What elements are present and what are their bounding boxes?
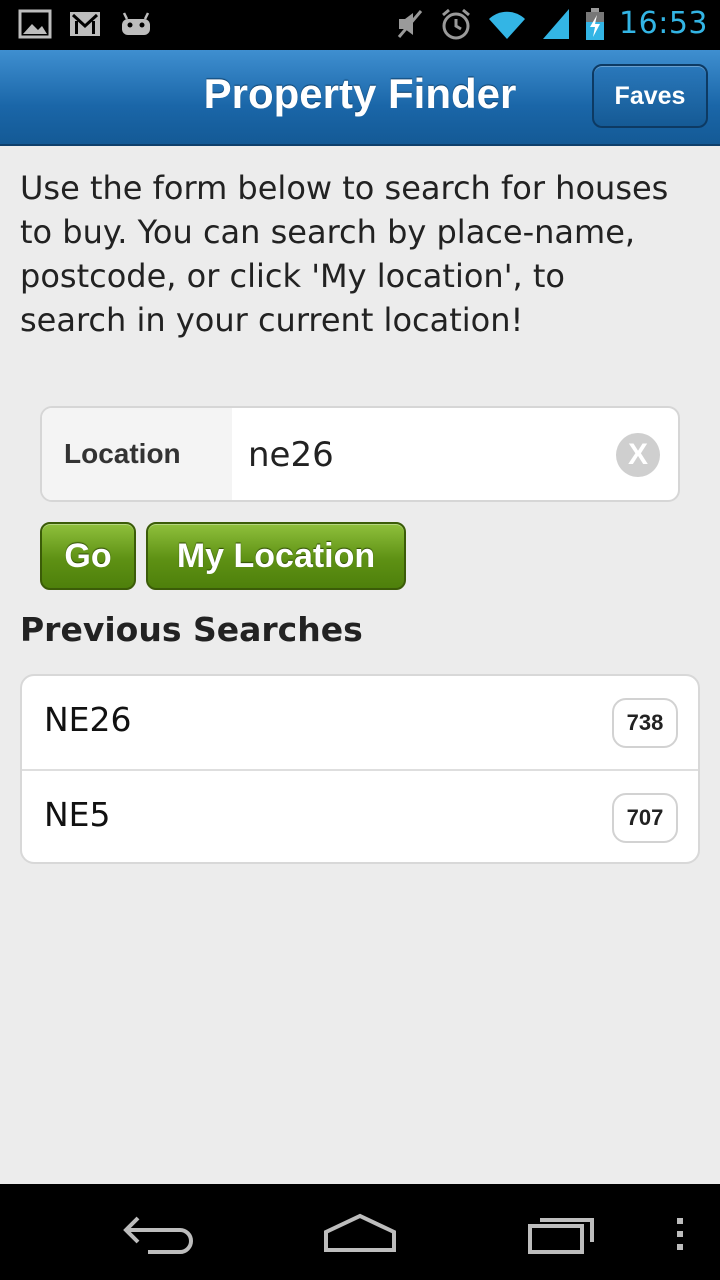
gmail-icon (70, 12, 100, 36)
system-nav-bar (0, 1184, 720, 1280)
location-field: Location X (40, 406, 680, 502)
clock: 16:53 (619, 6, 708, 41)
list-item[interactable]: NE5 707 (22, 769, 698, 862)
android-icon (122, 12, 150, 35)
clear-input-button[interactable]: X (616, 433, 660, 477)
intro-text: Use the form below to search for houses … (20, 169, 669, 339)
previous-searches-list: NE26 738 NE5 707 (20, 674, 700, 864)
alarm-icon (442, 8, 470, 39)
app-header: Property Finder Faves (0, 50, 720, 146)
my-location-button[interactable]: My Location (146, 522, 406, 590)
list-item[interactable]: NE26 738 (22, 676, 698, 769)
battery-charging-icon (586, 7, 605, 40)
location-label: Location (42, 408, 232, 500)
faves-button[interactable]: Faves (592, 64, 708, 128)
image-icon (18, 9, 52, 39)
search-term: NE26 (44, 700, 132, 739)
recent-apps-icon[interactable] (524, 1210, 600, 1254)
back-icon[interactable] (118, 1210, 202, 1254)
home-icon[interactable] (320, 1210, 400, 1254)
overflow-menu-icon[interactable] (670, 1214, 690, 1254)
search-term: NE5 (44, 795, 111, 834)
status-bar: 16:53 (0, 0, 720, 50)
previous-searches-title: Previous Searches (20, 610, 363, 649)
signal-icon (543, 8, 570, 39)
result-count-badge: 738 (612, 698, 678, 748)
wifi-icon (489, 11, 526, 39)
go-button[interactable]: Go (40, 522, 136, 590)
result-count-badge: 707 (612, 793, 678, 843)
mute-icon (397, 9, 423, 38)
location-input[interactable] (248, 428, 608, 482)
